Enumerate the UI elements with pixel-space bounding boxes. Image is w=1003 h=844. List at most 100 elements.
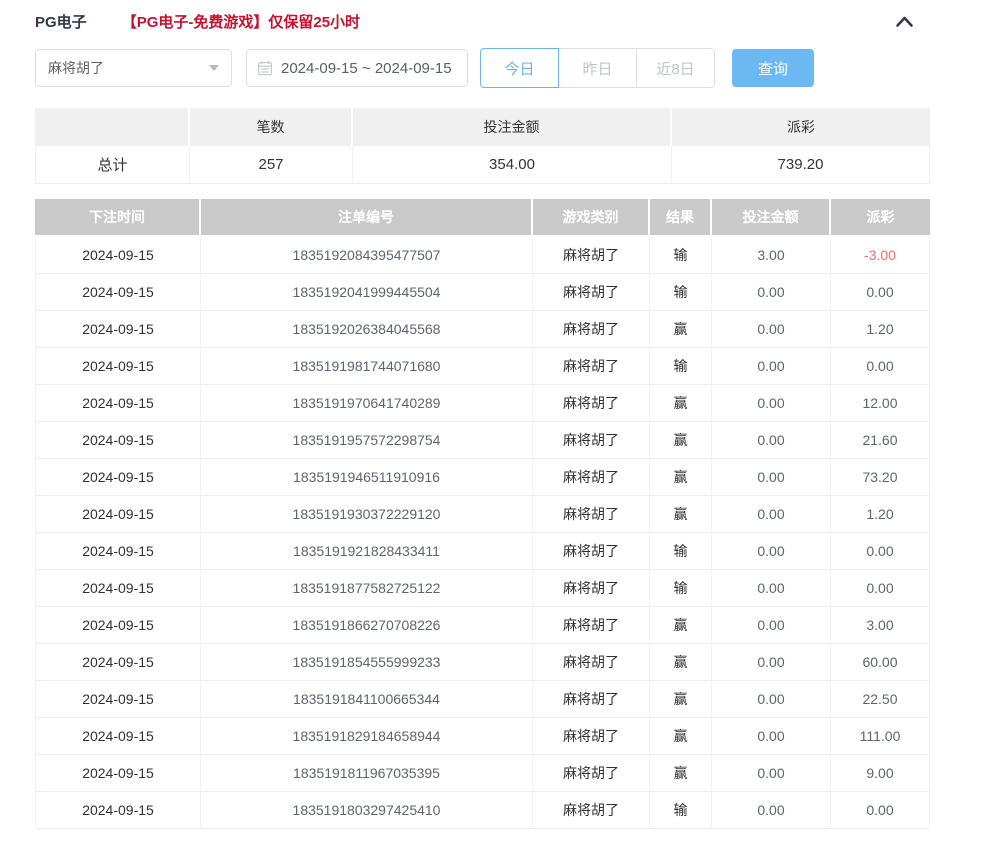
order-id-cell: 1835191841100665344 xyxy=(201,681,533,718)
order-id-cell: 1835191930372229120 xyxy=(201,496,533,533)
payout-cell: 3.00 xyxy=(831,607,930,644)
payout-cell: 1.20 xyxy=(831,311,930,348)
order-id-cell: 1835191854555999233 xyxy=(201,644,533,681)
bet-amount-cell: 0.00 xyxy=(712,274,831,311)
payout-cell: 22.50 xyxy=(831,681,930,718)
bet-amount-cell: 0.00 xyxy=(712,459,831,496)
yesterday-button[interactable]: 昨日 xyxy=(558,48,637,88)
summary-col-count: 笔数 xyxy=(190,108,353,146)
col-game-type: 游戏类别 xyxy=(533,199,650,237)
bet-amount-cell: 0.00 xyxy=(712,607,831,644)
summary-col-payout: 派彩 xyxy=(672,108,930,146)
payout-cell: 0.00 xyxy=(831,348,930,385)
col-bet-time: 下注时间 xyxy=(35,199,201,237)
game-type-cell: 麻将胡了 xyxy=(533,274,650,311)
bet-time-cell: 2024-09-15 xyxy=(35,237,201,274)
game-type-cell: 麻将胡了 xyxy=(533,570,650,607)
last-8-days-button[interactable]: 近8日 xyxy=(636,48,715,88)
bet-amount-cell: 0.00 xyxy=(712,422,831,459)
summary-col-bet-amount: 投注金额 xyxy=(353,108,672,146)
game-select[interactable]: 麻将胡了 xyxy=(35,49,232,87)
table-row: 2024-09-151835191877582725122麻将胡了输0.000.… xyxy=(35,570,930,607)
caret-down-icon xyxy=(209,65,219,71)
order-id-cell: 1835191946511910916 xyxy=(201,459,533,496)
payout-cell: 21.60 xyxy=(831,422,930,459)
result-cell: 输 xyxy=(650,237,712,274)
payout-cell: 12.00 xyxy=(831,385,930,422)
game-type-cell: 麻将胡了 xyxy=(533,237,650,274)
bet-amount-cell: 3.00 xyxy=(712,237,831,274)
bet-time-cell: 2024-09-15 xyxy=(35,533,201,570)
payout-cell: 0.00 xyxy=(831,274,930,311)
result-cell: 赢 xyxy=(650,718,712,755)
bet-time-cell: 2024-09-15 xyxy=(35,718,201,755)
payout-cell: 73.20 xyxy=(831,459,930,496)
payout-cell: 111.00 xyxy=(831,718,930,755)
order-id-cell: 1835191877582725122 xyxy=(201,570,533,607)
payout-cell: 0.00 xyxy=(831,792,930,829)
date-range-input[interactable]: 2024-09-15 ~ 2024-09-15 xyxy=(246,49,468,87)
order-id-cell: 1835191829184658944 xyxy=(201,718,533,755)
bet-time-cell: 2024-09-15 xyxy=(35,496,201,533)
game-type-cell: 麻将胡了 xyxy=(533,533,650,570)
game-type-cell: 麻将胡了 xyxy=(533,644,650,681)
order-id-cell: 1835191803297425410 xyxy=(201,792,533,829)
result-cell: 赢 xyxy=(650,681,712,718)
bet-time-cell: 2024-09-15 xyxy=(35,348,201,385)
order-id-cell: 1835192026384045568 xyxy=(201,311,533,348)
records-table: 下注时间 注单编号 游戏类别 结果 投注金额 派彩 2024-09-151835… xyxy=(35,199,930,829)
order-id-cell: 1835191866270708226 xyxy=(201,607,533,644)
summary-total-label: 总计 xyxy=(35,146,190,184)
bet-time-cell: 2024-09-15 xyxy=(35,459,201,496)
order-id-cell: 1835192084395477507 xyxy=(201,237,533,274)
game-type-cell: 麻将胡了 xyxy=(533,496,650,533)
game-type-cell: 麻将胡了 xyxy=(533,348,650,385)
table-row: 2024-09-151835191930372229120麻将胡了赢0.001.… xyxy=(35,496,930,533)
bet-amount-cell: 0.00 xyxy=(712,533,831,570)
result-cell: 输 xyxy=(650,570,712,607)
table-row: 2024-09-151835191866270708226麻将胡了赢0.003.… xyxy=(35,607,930,644)
bet-time-cell: 2024-09-15 xyxy=(35,570,201,607)
panel-title: PG电子 xyxy=(35,11,87,32)
quick-filter-group: 今日 昨日 近8日 xyxy=(480,48,715,88)
table-row: 2024-09-151835192084395477507麻将胡了输3.00-3… xyxy=(35,237,930,274)
bet-time-cell: 2024-09-15 xyxy=(35,644,201,681)
today-button[interactable]: 今日 xyxy=(480,48,559,88)
bet-amount-cell: 0.00 xyxy=(712,755,831,792)
search-button[interactable]: 查询 xyxy=(732,49,814,87)
records-tbody: 2024-09-151835192084395477507麻将胡了输3.00-3… xyxy=(35,237,930,829)
collapse-toggle[interactable] xyxy=(895,15,914,28)
summary-table: 笔数 投注金额 派彩 总计 257 354.00 739.20 xyxy=(35,108,930,184)
result-cell: 赢 xyxy=(650,496,712,533)
records-header-row: 下注时间 注单编号 游戏类别 结果 投注金额 派彩 xyxy=(35,199,930,237)
col-order-id: 注单编号 xyxy=(201,199,533,237)
order-id-cell: 1835192041999445504 xyxy=(201,274,533,311)
panel-notice: 【PG电子-免费游戏】仅保留25小时 xyxy=(122,11,360,32)
payout-cell: 9.00 xyxy=(831,755,930,792)
bet-time-cell: 2024-09-15 xyxy=(35,607,201,644)
bet-amount-cell: 0.00 xyxy=(712,385,831,422)
game-type-cell: 麻将胡了 xyxy=(533,681,650,718)
summary-total-payout: 739.20 xyxy=(672,146,930,184)
payout-cell: -3.00 xyxy=(831,237,930,274)
result-cell: 赢 xyxy=(650,385,712,422)
calendar-icon xyxy=(257,60,273,76)
table-row: 2024-09-151835191854555999233麻将胡了赢0.0060… xyxy=(35,644,930,681)
result-cell: 赢 xyxy=(650,644,712,681)
game-type-cell: 麻将胡了 xyxy=(533,718,650,755)
bet-amount-cell: 0.00 xyxy=(712,681,831,718)
summary-total-count: 257 xyxy=(190,146,353,184)
table-row: 2024-09-151835191981744071680麻将胡了输0.000.… xyxy=(35,348,930,385)
bet-time-cell: 2024-09-15 xyxy=(35,274,201,311)
bet-amount-cell: 0.00 xyxy=(712,496,831,533)
bet-time-cell: 2024-09-15 xyxy=(35,755,201,792)
table-row: 2024-09-151835191970641740289麻将胡了赢0.0012… xyxy=(35,385,930,422)
result-cell: 赢 xyxy=(650,422,712,459)
filter-row: 麻将胡了 2024-09-15 ~ 2024-09-15 今日 昨日 近8日 xyxy=(35,48,930,88)
order-id-cell: 1835191981744071680 xyxy=(201,348,533,385)
order-id-cell: 1835191970641740289 xyxy=(201,385,533,422)
summary-total-bet-amount: 354.00 xyxy=(353,146,672,184)
order-id-cell: 1835191811967035395 xyxy=(201,755,533,792)
bet-amount-cell: 0.00 xyxy=(712,644,831,681)
summary-col-blank xyxy=(35,108,190,146)
